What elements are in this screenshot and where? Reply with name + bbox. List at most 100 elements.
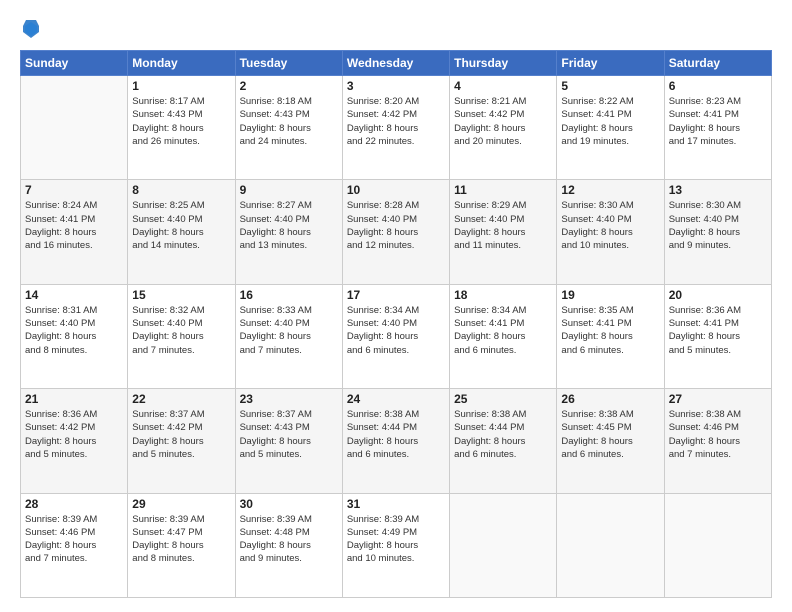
day-info: Sunrise: 8:39 AM Sunset: 4:49 PM Dayligh… [347, 513, 445, 566]
day-number: 14 [25, 288, 123, 302]
day-info: Sunrise: 8:39 AM Sunset: 4:47 PM Dayligh… [132, 513, 230, 566]
day-number: 29 [132, 497, 230, 511]
logo [20, 18, 40, 40]
calendar-day-cell: 21 Sunrise: 8:36 AM Sunset: 4:42 PM Dayli… [21, 389, 128, 493]
day-number: 12 [561, 183, 659, 197]
day-info: Sunrise: 8:20 AM Sunset: 4:42 PM Dayligh… [347, 95, 445, 148]
calendar-day-cell [21, 76, 128, 180]
calendar-day-cell: 3 Sunrise: 8:20 AM Sunset: 4:42 PM Daylig… [342, 76, 449, 180]
day-number: 8 [132, 183, 230, 197]
calendar-day-cell: 10 Sunrise: 8:28 AM Sunset: 4:40 PM Dayli… [342, 180, 449, 284]
day-number: 22 [132, 392, 230, 406]
day-info: Sunrise: 8:39 AM Sunset: 4:46 PM Dayligh… [25, 513, 123, 566]
day-info: Sunrise: 8:38 AM Sunset: 4:46 PM Dayligh… [669, 408, 767, 461]
calendar-table: SundayMondayTuesdayWednesdayThursdayFrid… [20, 50, 772, 598]
day-number: 3 [347, 79, 445, 93]
day-number: 7 [25, 183, 123, 197]
calendar-day-cell: 12Sunrise: 8:30 AM Sunset: 4:40 PM Dayli… [557, 180, 664, 284]
day-number: 5 [561, 79, 659, 93]
day-number: 1 [132, 79, 230, 93]
calendar-week-row: 7Sunrise: 8:24 AM Sunset: 4:41 PM Daylig… [21, 180, 772, 284]
calendar-day-cell: 17 Sunrise: 8:34 AM Sunset: 4:40 PM Dayli… [342, 284, 449, 388]
calendar-weekday-thursday: Thursday [450, 51, 557, 76]
day-number: 26 [561, 392, 659, 406]
day-number: 11 [454, 183, 552, 197]
day-info: Sunrise: 8:38 AM Sunset: 4:45 PM Dayligh… [561, 408, 659, 461]
day-number: 28 [25, 497, 123, 511]
day-number: 10 [347, 183, 445, 197]
calendar-week-row: 21 Sunrise: 8:36 AM Sunset: 4:42 PM Dayli… [21, 389, 772, 493]
day-info: Sunrise: 8:33 AM Sunset: 4:40 PM Dayligh… [240, 304, 338, 357]
calendar-weekday-friday: Friday [557, 51, 664, 76]
day-number: 2 [240, 79, 338, 93]
calendar-day-cell: 26 Sunrise: 8:38 AM Sunset: 4:45 PM Dayli… [557, 389, 664, 493]
day-info: Sunrise: 8:17 AM Sunset: 4:43 PM Dayligh… [132, 95, 230, 148]
day-info: Sunrise: 8:34 AM Sunset: 4:41 PM Dayligh… [454, 304, 552, 357]
day-info: Sunrise: 8:21 AM Sunset: 4:42 PM Dayligh… [454, 95, 552, 148]
day-number: 18 [454, 288, 552, 302]
day-info: Sunrise: 8:28 AM Sunset: 4:40 PM Dayligh… [347, 199, 445, 252]
day-number: 19 [561, 288, 659, 302]
calendar-weekday-tuesday: Tuesday [235, 51, 342, 76]
calendar-day-cell [664, 493, 771, 597]
day-number: 13 [669, 183, 767, 197]
calendar-day-cell: 27 Sunrise: 8:38 AM Sunset: 4:46 PM Dayli… [664, 389, 771, 493]
day-info: Sunrise: 8:23 AM Sunset: 4:41 PM Dayligh… [669, 95, 767, 148]
calendar-day-cell: 11 Sunrise: 8:29 AM Sunset: 4:40 PM Dayli… [450, 180, 557, 284]
day-number: 30 [240, 497, 338, 511]
day-info: Sunrise: 8:36 AM Sunset: 4:42 PM Dayligh… [25, 408, 123, 461]
day-number: 31 [347, 497, 445, 511]
calendar-weekday-wednesday: Wednesday [342, 51, 449, 76]
calendar-weekday-monday: Monday [128, 51, 235, 76]
calendar-week-row: 1 Sunrise: 8:17 AM Sunset: 4:43 PM Daylig… [21, 76, 772, 180]
header [20, 18, 772, 40]
day-info: Sunrise: 8:38 AM Sunset: 4:44 PM Dayligh… [347, 408, 445, 461]
day-info: Sunrise: 8:39 AM Sunset: 4:48 PM Dayligh… [240, 513, 338, 566]
day-info: Sunrise: 8:30 AM Sunset: 4:40 PM Dayligh… [669, 199, 767, 252]
day-info: Sunrise: 8:27 AM Sunset: 4:40 PM Dayligh… [240, 199, 338, 252]
calendar-day-cell: 31 Sunrise: 8:39 AM Sunset: 4:49 PM Dayli… [342, 493, 449, 597]
calendar-day-cell: 23 Sunrise: 8:37 AM Sunset: 4:43 PM Dayli… [235, 389, 342, 493]
calendar-day-cell: 5Sunrise: 8:22 AM Sunset: 4:41 PM Daylig… [557, 76, 664, 180]
day-info: Sunrise: 8:29 AM Sunset: 4:40 PM Dayligh… [454, 199, 552, 252]
day-info: Sunrise: 8:35 AM Sunset: 4:41 PM Dayligh… [561, 304, 659, 357]
calendar-day-cell: 29 Sunrise: 8:39 AM Sunset: 4:47 PM Dayli… [128, 493, 235, 597]
day-number: 25 [454, 392, 552, 406]
day-info: Sunrise: 8:34 AM Sunset: 4:40 PM Dayligh… [347, 304, 445, 357]
day-number: 23 [240, 392, 338, 406]
calendar-day-cell [450, 493, 557, 597]
calendar-day-cell: 1 Sunrise: 8:17 AM Sunset: 4:43 PM Daylig… [128, 76, 235, 180]
calendar-day-cell: 8 Sunrise: 8:25 AM Sunset: 4:40 PM Daylig… [128, 180, 235, 284]
calendar-day-cell: 18 Sunrise: 8:34 AM Sunset: 4:41 PM Dayli… [450, 284, 557, 388]
day-number: 21 [25, 392, 123, 406]
day-info: Sunrise: 8:37 AM Sunset: 4:43 PM Dayligh… [240, 408, 338, 461]
day-number: 9 [240, 183, 338, 197]
calendar-day-cell: 6Sunrise: 8:23 AM Sunset: 4:41 PM Daylig… [664, 76, 771, 180]
page: SundayMondayTuesdayWednesdayThursdayFrid… [0, 0, 792, 612]
calendar-day-cell: 28 Sunrise: 8:39 AM Sunset: 4:46 PM Dayli… [21, 493, 128, 597]
calendar-weekday-saturday: Saturday [664, 51, 771, 76]
day-number: 16 [240, 288, 338, 302]
calendar-day-cell [557, 493, 664, 597]
day-info: Sunrise: 8:37 AM Sunset: 4:42 PM Dayligh… [132, 408, 230, 461]
calendar-day-cell: 13 Sunrise: 8:30 AM Sunset: 4:40 PM Dayli… [664, 180, 771, 284]
day-number: 27 [669, 392, 767, 406]
calendar-day-cell: 30 Sunrise: 8:39 AM Sunset: 4:48 PM Dayli… [235, 493, 342, 597]
logo-icon [22, 18, 40, 40]
calendar-day-cell: 24Sunrise: 8:38 AM Sunset: 4:44 PM Dayli… [342, 389, 449, 493]
day-info: Sunrise: 8:18 AM Sunset: 4:43 PM Dayligh… [240, 95, 338, 148]
day-number: 20 [669, 288, 767, 302]
calendar-day-cell: 25 Sunrise: 8:38 AM Sunset: 4:44 PM Dayli… [450, 389, 557, 493]
calendar-header-row: SundayMondayTuesdayWednesdayThursdayFrid… [21, 51, 772, 76]
day-info: Sunrise: 8:31 AM Sunset: 4:40 PM Dayligh… [25, 304, 123, 357]
day-info: Sunrise: 8:38 AM Sunset: 4:44 PM Dayligh… [454, 408, 552, 461]
day-number: 15 [132, 288, 230, 302]
calendar-day-cell: 7Sunrise: 8:24 AM Sunset: 4:41 PM Daylig… [21, 180, 128, 284]
day-number: 4 [454, 79, 552, 93]
day-info: Sunrise: 8:25 AM Sunset: 4:40 PM Dayligh… [132, 199, 230, 252]
calendar-day-cell: 22 Sunrise: 8:37 AM Sunset: 4:42 PM Dayli… [128, 389, 235, 493]
day-info: Sunrise: 8:36 AM Sunset: 4:41 PM Dayligh… [669, 304, 767, 357]
calendar-day-cell: 16 Sunrise: 8:33 AM Sunset: 4:40 PM Dayli… [235, 284, 342, 388]
day-number: 17 [347, 288, 445, 302]
calendar-weekday-sunday: Sunday [21, 51, 128, 76]
